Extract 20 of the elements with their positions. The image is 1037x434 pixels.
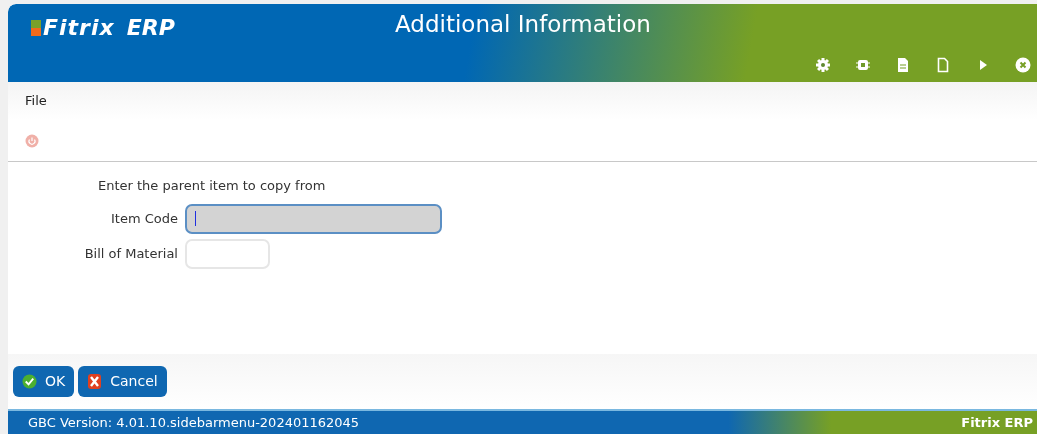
close-icon[interactable]: [1015, 57, 1031, 73]
field-label: Bill of Material: [84, 244, 178, 263]
cancel-button[interactable]: Cancel: [78, 366, 167, 397]
settings-icon[interactable]: [815, 57, 831, 73]
product-name: Fitrix ERP: [961, 413, 1033, 432]
logo-suffix: ERP: [126, 17, 175, 39]
menu-item[interactable]: File: [25, 91, 47, 111]
prompt-text: Enter the parent item to copy from: [98, 177, 327, 195]
window-title: Additional Information: [395, 13, 651, 36]
field-label: Item Code: [111, 209, 178, 228]
power-icon[interactable]: [25, 133, 39, 148]
check-icon: [22, 374, 37, 389]
document-icon[interactable]: [895, 57, 911, 73]
chip-icon[interactable]: [855, 57, 871, 73]
cross-icon: [87, 373, 103, 390]
ok-button[interactable]: OK: [13, 366, 75, 397]
page-icon[interactable]: [935, 57, 951, 73]
logo-name: Fitrix: [43, 17, 115, 39]
input-field[interactable]: [185, 203, 442, 234]
version-text: GBC Version: 4.01.10.sidebarmenu-202401162045: [28, 413, 360, 432]
